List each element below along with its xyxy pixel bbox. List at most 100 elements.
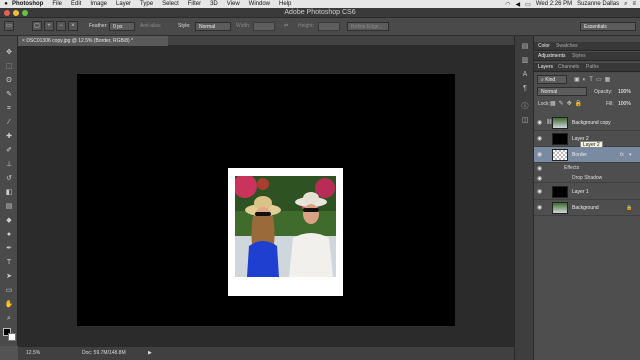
- add-to-selection-icon[interactable]: +: [44, 21, 54, 31]
- navigator-panel-icon[interactable]: ◫: [520, 116, 530, 125]
- app-menu-photoshop[interactable]: Photoshop: [12, 1, 43, 7]
- options-bar: ▭ ▢ + − × Feather: 0 px Anti-alias Style…: [0, 18, 640, 36]
- menu-window[interactable]: Window: [249, 1, 270, 7]
- anti-alias-checkbox[interactable]: Anti-alias: [140, 23, 161, 29]
- layer-name: Background copy: [572, 120, 611, 126]
- chevron-down-icon[interactable]: ▾: [629, 152, 632, 158]
- visibility-eye-icon[interactable]: ◉: [537, 205, 545, 211]
- menu-select[interactable]: Select: [162, 1, 179, 7]
- zoom-tool-icon[interactable]: ⌕: [3, 314, 15, 324]
- marquee-tool-preset-icon[interactable]: ▭: [4, 21, 14, 31]
- visibility-eye-icon[interactable]: ◉: [537, 189, 545, 195]
- status-bar: 12.5% Doc: 59.7M/148.8M ▶: [18, 346, 514, 360]
- document-tab[interactable]: × DSC01306 copy.jpg @ 12.5% (Border, RGB…: [18, 36, 168, 46]
- menu-type[interactable]: Type: [140, 1, 153, 7]
- canvas-area[interactable]: [18, 46, 514, 346]
- properties-panel-icon[interactable]: ▥: [520, 56, 530, 65]
- menu-edit[interactable]: Edit: [71, 1, 81, 7]
- tab-channels[interactable]: Channels: [556, 64, 581, 70]
- gradient-tool-icon[interactable]: ▤: [3, 202, 15, 212]
- path-select-tool-icon[interactable]: ➤: [3, 272, 15, 282]
- layer-filter-icons[interactable]: ▣◐T▭▦: [574, 76, 613, 83]
- menu-image[interactable]: Image: [90, 1, 107, 7]
- pen-tool-icon[interactable]: ✒: [3, 244, 15, 254]
- volume-icon[interactable]: ◀: [516, 1, 521, 8]
- feather-input[interactable]: 0 px: [109, 22, 135, 31]
- layer-row-layer-1[interactable]: ◉ Layer 1: [534, 184, 640, 200]
- opacity-value[interactable]: 100%: [618, 89, 631, 95]
- type-tool-icon[interactable]: T: [3, 258, 15, 268]
- document-canvas[interactable]: [77, 74, 455, 326]
- menu-filter[interactable]: Filter: [188, 1, 201, 7]
- background-color-swatch[interactable]: [8, 333, 16, 341]
- swap-icon[interactable]: ⇄: [284, 23, 288, 29]
- dodge-tool-icon[interactable]: ●: [3, 230, 15, 240]
- apple-icon[interactable]: ●: [0, 1, 12, 7]
- tab-color[interactable]: Color: [536, 43, 552, 49]
- healing-brush-tool-icon[interactable]: ✚: [3, 132, 15, 142]
- layer-name: Layer 1: [572, 189, 589, 195]
- menu-help[interactable]: Help: [279, 1, 291, 7]
- zoom-level[interactable]: 12.5%: [26, 350, 40, 356]
- eyedropper-tool-icon[interactable]: ⁄: [3, 118, 15, 128]
- shape-tool-icon[interactable]: ▭: [3, 286, 15, 296]
- menu-user[interactable]: Suzanne Dallas: [577, 1, 619, 7]
- subtract-selection-icon[interactable]: −: [56, 21, 66, 31]
- tab-paths[interactable]: Paths: [584, 64, 601, 70]
- character-panel-icon[interactable]: A: [520, 70, 530, 79]
- drop-shadow-eye-icon[interactable]: ◉: [537, 176, 545, 182]
- workspace-select[interactable]: Essentials: [580, 22, 636, 31]
- tab-adjustments[interactable]: Adjustments: [536, 53, 568, 59]
- drop-shadow-row[interactable]: ◉ Drop Shadow: [534, 173, 640, 183]
- battery-icon[interactable]: ▭: [525, 1, 531, 8]
- filter-kind-select[interactable]: ⌕ Kind: [537, 75, 567, 84]
- history-panel-icon[interactable]: ▤: [520, 42, 530, 51]
- status-menu-arrow-icon[interactable]: ▶: [148, 350, 152, 356]
- crop-tool-icon[interactable]: ⌗: [3, 104, 15, 114]
- layer-row-background[interactable]: ◉ Background 🔒: [534, 200, 640, 216]
- height-input[interactable]: [318, 22, 340, 31]
- menu-layer[interactable]: Layer: [116, 1, 131, 7]
- menu-3d[interactable]: 3D: [210, 1, 218, 7]
- visibility-eye-icon[interactable]: ◉: [537, 152, 545, 158]
- layer-row-background-copy[interactable]: ◉ ⛓ Background copy: [534, 115, 640, 131]
- paragraph-panel-icon[interactable]: ¶: [520, 84, 530, 93]
- new-selection-icon[interactable]: ▢: [32, 21, 42, 31]
- lock-icons[interactable]: ▦✎✥🔒: [550, 100, 585, 107]
- fx-badge[interactable]: fx: [620, 152, 624, 158]
- blend-mode-select[interactable]: Normal: [537, 87, 587, 96]
- brush-tool-icon[interactable]: ✐: [3, 146, 15, 156]
- document-tab-title: DSC01306 copy.jpg @ 12.5% (Border, RGB/8…: [26, 38, 134, 44]
- info-panel-icon[interactable]: ⓘ: [520, 102, 530, 111]
- blur-tool-icon[interactable]: ◆: [3, 216, 15, 226]
- move-tool-icon[interactable]: ✥: [3, 48, 15, 58]
- search-icon[interactable]: ⌕: [624, 1, 627, 8]
- tab-layers[interactable]: Layers: [536, 64, 555, 70]
- history-brush-tool-icon[interactable]: ↺: [3, 174, 15, 184]
- lasso-tool-icon[interactable]: ʘ: [3, 76, 15, 86]
- effects-row[interactable]: ◉ Effects: [534, 163, 640, 173]
- intersect-selection-icon[interactable]: ×: [68, 21, 78, 31]
- fill-value[interactable]: 100%: [618, 101, 631, 107]
- effects-eye-icon[interactable]: ◉: [537, 166, 545, 172]
- rect-marquee-tool-icon[interactable]: ⬚: [3, 62, 15, 72]
- layer-row-border[interactable]: ◉ Border fx ▾: [534, 147, 640, 163]
- eraser-tool-icon[interactable]: ◧: [3, 188, 15, 198]
- visibility-eye-icon[interactable]: ◉: [537, 120, 545, 126]
- refine-edge-button[interactable]: Refine Edge...: [347, 22, 389, 31]
- menu-view[interactable]: View: [227, 1, 240, 7]
- wifi-icon[interactable]: ◠: [505, 1, 510, 8]
- tab-swatches[interactable]: Swatches: [554, 43, 580, 49]
- visibility-eye-icon[interactable]: ◉: [537, 136, 545, 142]
- clone-stamp-tool-icon[interactable]: ⊥: [3, 160, 15, 170]
- style-select[interactable]: Normal: [195, 22, 231, 31]
- quick-select-tool-icon[interactable]: ✎: [3, 90, 15, 100]
- menu-file[interactable]: File: [52, 1, 62, 7]
- menu-extras: ◠ ◀ ▭ Wed 2:26 PM Suzanne Dallas ⌕ ≡: [505, 0, 636, 8]
- list-icon[interactable]: ≡: [632, 1, 636, 7]
- menu-clock[interactable]: Wed 2:26 PM: [536, 1, 572, 7]
- effects-label: Effects: [564, 165, 580, 171]
- width-input[interactable]: [253, 22, 275, 31]
- hand-tool-icon[interactable]: ✋: [3, 300, 15, 310]
- tab-styles[interactable]: Styles: [570, 53, 588, 59]
